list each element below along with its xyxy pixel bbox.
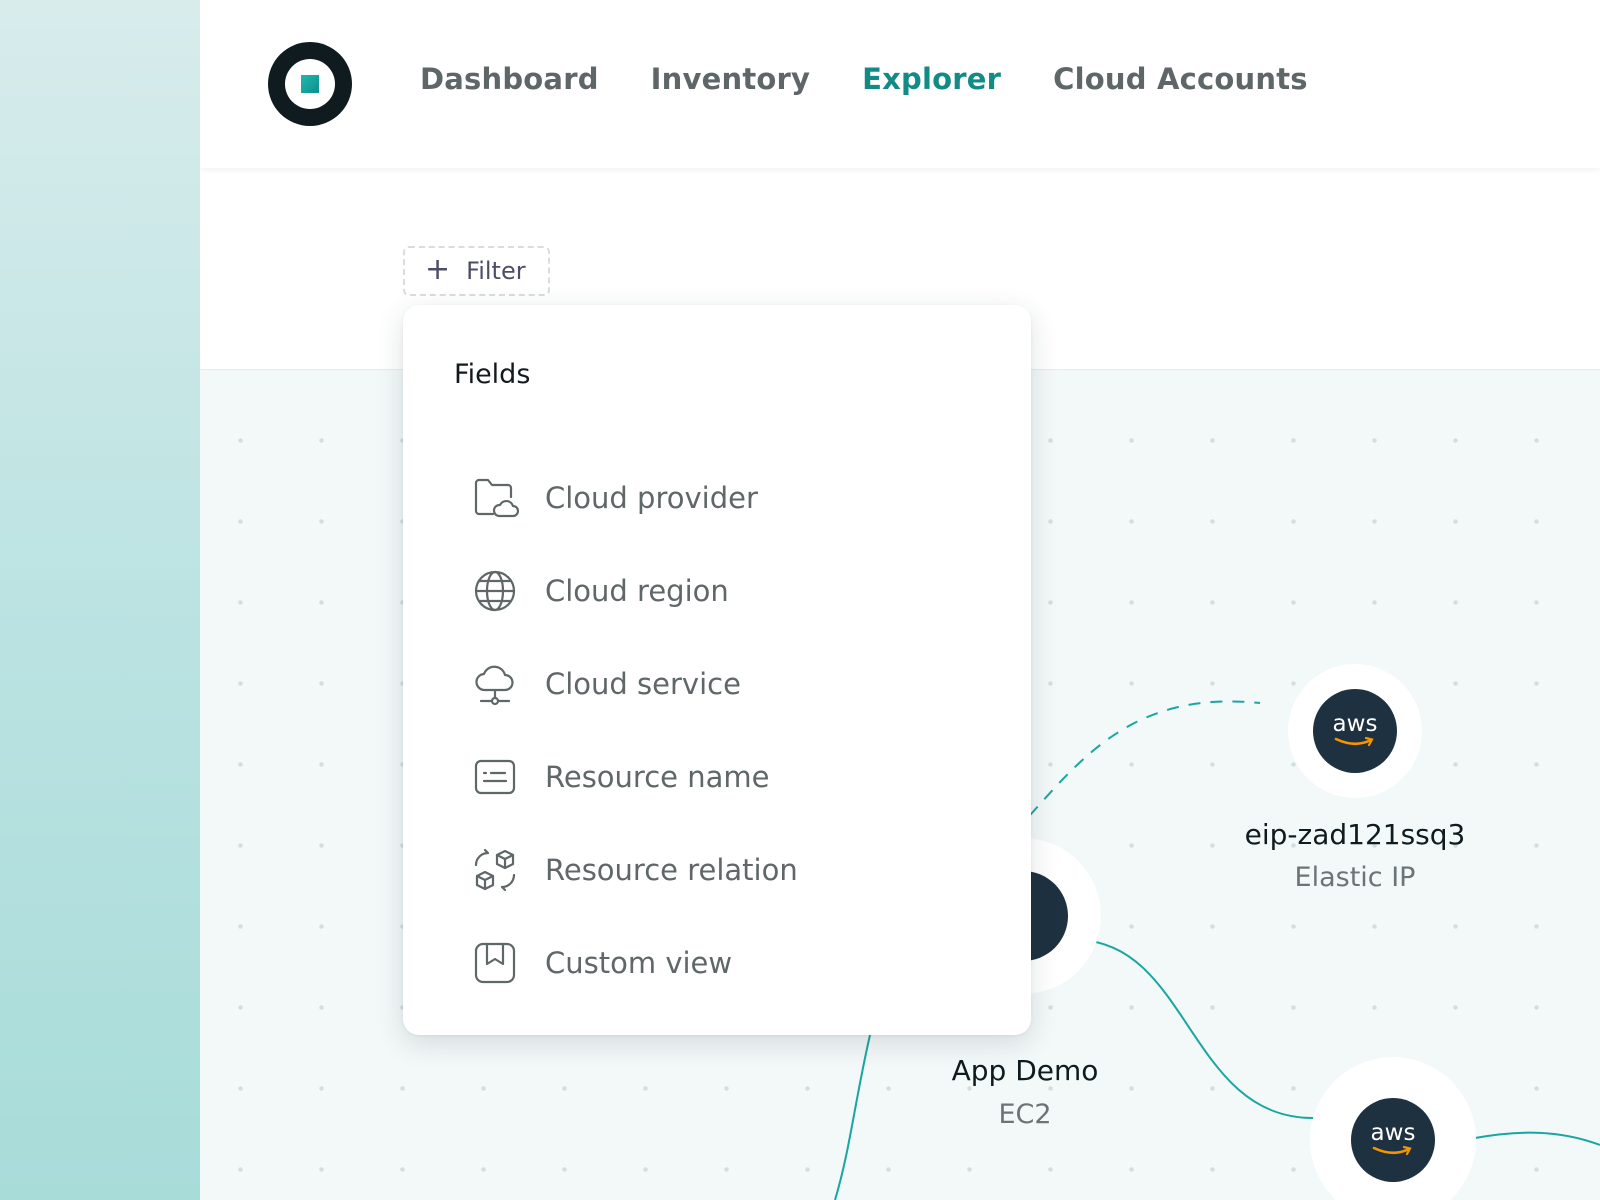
field-list: Cloud provider Cloud region Cloud servic… [471,451,991,1009]
folder-cloud-icon [471,474,519,522]
field-option-label: Resource name [545,759,770,794]
field-option-label: Cloud region [545,573,729,608]
field-option-cloud-region[interactable]: Cloud region [471,544,991,637]
nav-inventory[interactable]: Inventory [651,62,810,96]
field-option-label: Cloud provider [545,480,758,515]
edge-app-to-third [1079,939,1316,1120]
node-subtitle-app-demo: EC2 [998,1099,1052,1130]
dropdown-title: Fields [454,359,531,390]
aws-smile-icon [1334,737,1374,747]
add-filter-button[interactable]: + Filter [403,246,550,296]
plus-icon: + [425,251,451,287]
fields-dropdown: Fields Cloud provider Cloud region Cloud… [403,305,1031,1035]
field-option-cloud-provider[interactable]: Cloud provider [471,451,991,544]
app-window: Dashboard Inventory Explorer Cloud Accou… [200,0,1600,1200]
filter-button-label: Filter [466,257,526,285]
field-option-resource-name[interactable]: Resource name [471,730,991,823]
graph-node-elastic-ip[interactable]: aws [1288,664,1422,798]
nav-explorer[interactable]: Explorer [862,62,1001,96]
aws-wordmark: aws [1332,711,1378,737]
field-option-custom-view[interactable]: Custom view [471,916,991,1009]
logo-ring [285,59,335,109]
id-card-icon [471,753,519,801]
nav-cloud-accounts[interactable]: Cloud Accounts [1053,62,1308,96]
node-subtitle-elastic-ip: Elastic IP [1294,862,1416,893]
logo-square-icon [301,75,319,93]
aws-logo: aws [1351,1098,1435,1182]
bookmark-icon [471,939,519,987]
field-option-label: Custom view [545,945,733,980]
field-option-cloud-service[interactable]: Cloud service [471,637,991,730]
nav-dashboard[interactable]: Dashboard [420,62,599,96]
top-navigation-bar: Dashboard Inventory Explorer Cloud Accou… [200,0,1600,168]
node-title-elastic-ip: eip-zad121ssq3 [1244,818,1466,851]
field-option-resource-relation[interactable]: Resource relation [471,823,991,916]
side-rail [0,0,200,1200]
edge-app-to-below [834,1034,871,1200]
field-option-label: Cloud service [545,666,741,701]
edge-third-to-right [1474,1131,1600,1146]
cloud-network-icon [471,660,519,708]
node-title-app-demo: App Demo [951,1054,1099,1087]
globe-icon [471,567,519,615]
aws-wordmark: aws [1370,1120,1416,1146]
main-nav: Dashboard Inventory Explorer Cloud Accou… [420,62,1308,96]
edge-app-to-eip [1014,700,1261,833]
aws-smile-icon [1372,1146,1412,1156]
app-logo[interactable] [268,42,352,126]
field-option-label: Resource relation [545,852,798,887]
aws-logo: aws [1313,689,1397,773]
relation-cubes-icon [471,846,519,894]
